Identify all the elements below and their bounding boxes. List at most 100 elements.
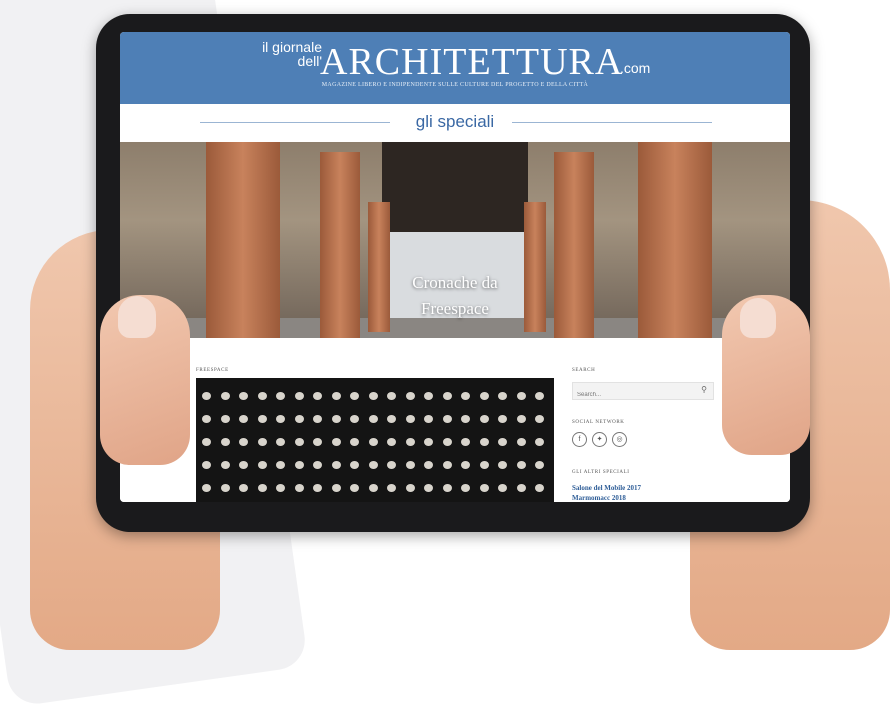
gallery-sample [202, 461, 211, 469]
gallery-sample [461, 392, 470, 400]
gallery-sample [276, 392, 285, 400]
hero-ceiling [382, 142, 528, 232]
gallery-sample [220, 392, 230, 400]
gallery-sample [257, 484, 267, 492]
search-input[interactable] [573, 388, 687, 402]
search-heading: SEARCH [572, 368, 596, 373]
gallery-sample [498, 392, 507, 400]
twitter-icon[interactable]: ✦ [592, 432, 607, 447]
gallery-sample [294, 484, 304, 492]
gallery-sample [220, 484, 230, 492]
gallery-sample [535, 392, 544, 400]
gallery-sample [405, 461, 415, 469]
gallery-sample [331, 392, 341, 400]
gallery-sample [424, 438, 433, 446]
gallery-sample [276, 484, 285, 492]
gallery-sample [239, 484, 248, 492]
gallery-sample [479, 438, 489, 446]
gallery-sample [257, 461, 267, 469]
brand-prefix-line2: dell' [297, 53, 322, 69]
search-icon[interactable]: ⚲ [701, 385, 707, 394]
gallery-sample [405, 438, 415, 446]
gallery-sample [442, 438, 452, 446]
right-thumbnail [740, 298, 776, 338]
gallery-sample [368, 415, 378, 423]
gallery-sample [461, 461, 470, 469]
search-box[interactable]: ⚲ [572, 382, 714, 402]
gallery-sample [535, 484, 544, 492]
gallery-sample [516, 438, 526, 446]
gallery-sample [368, 461, 378, 469]
hero-caption-line2: Freespace [421, 299, 489, 318]
gallery-sample [535, 438, 544, 446]
gallery-sample [368, 438, 378, 446]
specials-heading: GLI ALTRI SPECIALI [572, 470, 630, 475]
gallery-sample [313, 415, 322, 423]
brand-suffix: .com [620, 60, 651, 76]
gallery-sample [516, 461, 526, 469]
tablet-screen: il giornale dell' ARCHITETTURA .com MAGA… [120, 32, 790, 502]
special-link[interactable]: Salone del Mobile 2017 [572, 484, 641, 492]
gallery-sample [202, 415, 211, 423]
gallery-sample [294, 438, 304, 446]
gallery-sample [294, 415, 304, 423]
gallery-sample [479, 484, 489, 492]
gallery-sample [424, 415, 433, 423]
gallery-sample [405, 484, 415, 492]
site-logo[interactable]: ARCHITETTURA [320, 42, 623, 82]
gallery-sample [368, 484, 378, 492]
gallery-sample [442, 461, 452, 469]
gallery-sample [313, 392, 322, 400]
gallery-sample [350, 484, 359, 492]
gallery-sample [350, 392, 359, 400]
gallery-sample [498, 484, 507, 492]
gallery-sample [479, 461, 489, 469]
gallery-sample [442, 484, 452, 492]
gallery-sample [461, 438, 470, 446]
gallery-sample [442, 415, 452, 423]
gallery-sample [239, 438, 248, 446]
gallery-sample [202, 484, 211, 492]
gallery-sample [239, 461, 248, 469]
gallery-sample [405, 392, 415, 400]
gallery-sample [350, 461, 359, 469]
site-tagline: MAGAZINE LIBERO E INDIPENDENTE SULLE CUL… [321, 82, 589, 88]
gallery-sample [331, 438, 341, 446]
social-heading: SOCIAL NETWORK [572, 420, 625, 425]
facebook-icon[interactable]: f [572, 432, 587, 447]
gallery-sample [516, 392, 526, 400]
gallery-sample [424, 484, 433, 492]
gallery-sample [276, 461, 285, 469]
freespace-gallery[interactable] [196, 378, 554, 502]
brand-prefix: il giornale dell' [260, 40, 322, 68]
section-title: gli speciali [415, 112, 495, 131]
gallery-sample [331, 484, 341, 492]
gallery-sample [387, 461, 396, 469]
instagram-icon[interactable]: ◎ [612, 432, 627, 447]
gallery-sample [424, 461, 433, 469]
gallery-sample [220, 461, 230, 469]
hero-caption-line1: Cronache da [412, 273, 498, 292]
gallery-sample [220, 415, 230, 423]
gallery-sample [276, 438, 285, 446]
gallery-sample [257, 438, 267, 446]
gallery-sample [220, 438, 230, 446]
gallery-sample [461, 484, 470, 492]
hero-caption[interactable]: Cronache da Freespace [120, 270, 790, 322]
gallery-sample [313, 438, 322, 446]
gallery-sample [424, 392, 433, 400]
gallery-sample [313, 461, 322, 469]
gallery-sample [257, 392, 267, 400]
gallery-sample [350, 438, 359, 446]
gallery-sample [239, 392, 248, 400]
gallery-sample [405, 415, 415, 423]
gallery-sample [276, 415, 285, 423]
gallery-sample [202, 392, 211, 400]
gallery-sample [479, 415, 489, 423]
gallery-sample [387, 415, 396, 423]
gallery-sample [387, 484, 396, 492]
special-link[interactable]: Marmomacc 2018 [572, 494, 626, 502]
gallery-sample [387, 438, 396, 446]
gallery-label: FREESPACE [196, 368, 229, 373]
gallery-sample [516, 484, 526, 492]
